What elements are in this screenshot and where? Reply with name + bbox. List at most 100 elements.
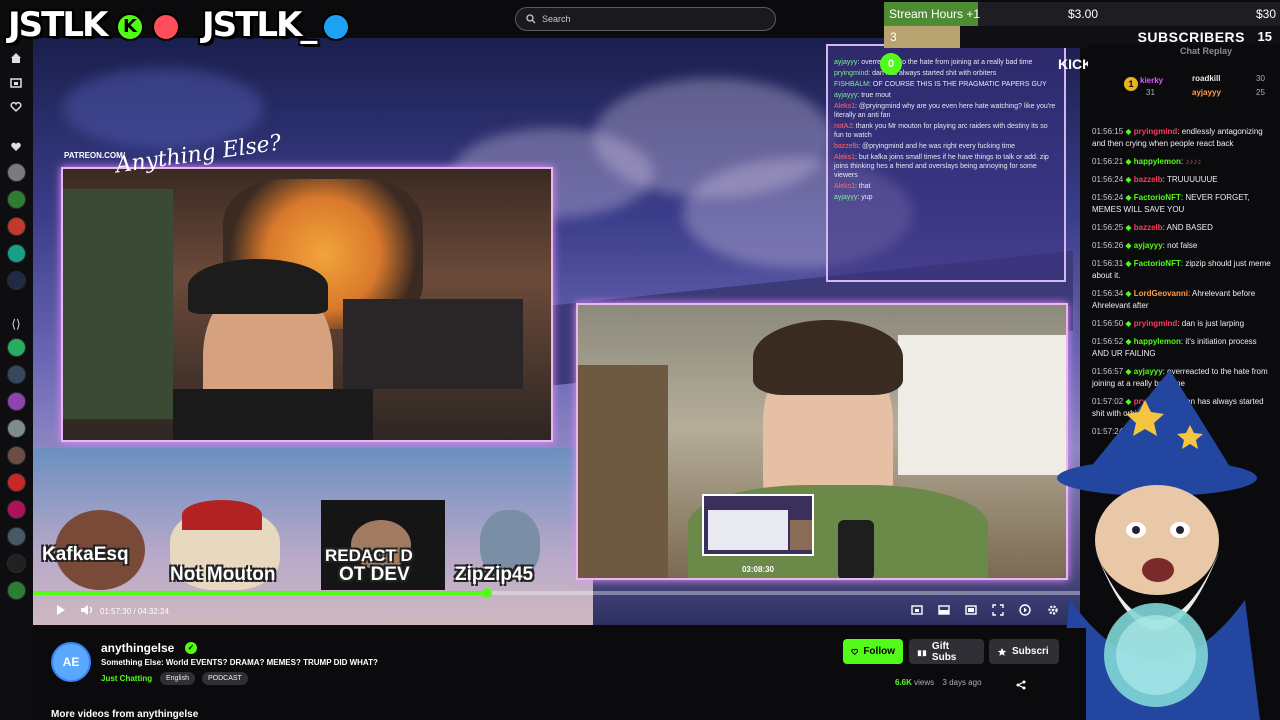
stream-goal-current: $3.00 — [1068, 7, 1099, 21]
channel-avatar[interactable] — [7, 365, 26, 384]
follow-button[interactable]: Follow — [843, 639, 903, 664]
top-supporter-count: 25 — [1256, 88, 1265, 97]
views-number: 6.6K — [895, 678, 912, 687]
chat-username[interactable]: pryingmind — [1134, 319, 1178, 328]
stream-chat-overlay: ayjayyy: overreacted to the hate from jo… — [826, 44, 1066, 282]
clip-icon[interactable] — [909, 604, 925, 620]
brand-logo-kick: JSTLK K — [8, 4, 188, 46]
channel-avatar[interactable]: AE — [51, 642, 91, 682]
subscribe-label: Subscri — [1012, 646, 1049, 657]
overlay-chat-username: Aleks1 — [834, 183, 856, 190]
time-current: 01:57:30 — [100, 607, 132, 616]
guest-tile: REDACT D OT DEV — [321, 500, 445, 590]
category-link[interactable]: Just Chatting — [101, 674, 152, 683]
chat-timestamp: 01:56:21 — [1092, 157, 1124, 166]
chat-username[interactable]: ayjayyy — [1134, 241, 1163, 250]
play-icon[interactable] — [52, 604, 68, 620]
overlay-chat-text: but kafka joins small times if he have t… — [834, 154, 1049, 179]
chat-username[interactable]: FactorioNFT — [1134, 259, 1181, 268]
channel-avatar[interactable] — [7, 338, 26, 357]
search-icon — [526, 14, 536, 24]
chat-badge-icon: ◆ — [1123, 337, 1134, 346]
channel-avatar[interactable] — [7, 190, 26, 209]
chat-username[interactable]: bazzelb — [1134, 223, 1163, 232]
chat-timestamp: 01:56:24 — [1092, 175, 1124, 184]
chat-username[interactable]: bazzelb — [1134, 175, 1163, 184]
channel-avatar[interactable] — [7, 473, 26, 492]
overlay-chat-line: Aleks1: @pryingmind why are you even her… — [834, 103, 1056, 119]
expand-icon[interactable]: ⟨⟩ — [8, 316, 24, 332]
chat-message: 01:56:21 ◆ happylemon: ♪♪♪♪ — [1092, 157, 1202, 166]
subscribe-button[interactable]: Subscri — [989, 639, 1059, 664]
top-supporter-name[interactable]: ayjayyy — [1192, 88, 1221, 97]
emote-icon: ♪♪♪♪ — [1185, 157, 1202, 166]
channel-avatar[interactable] — [7, 446, 26, 465]
search-input[interactable]: Search — [515, 7, 776, 31]
speed-icon[interactable] — [1017, 604, 1033, 620]
home-icon[interactable] — [8, 52, 24, 68]
chat-badge-icon: ◆ — [1123, 175, 1134, 184]
overlay-chat-line: pryingmind: dan has always started shit … — [834, 70, 997, 77]
chat-message: 01:56:24 ◆ FactorioNFT: NEVER FORGET, ME… — [1092, 193, 1250, 214]
channel-avatar[interactable] — [7, 527, 26, 546]
gift-subs-button[interactable]: Gift Subs — [909, 639, 984, 664]
chat-badge-icon: ◆ — [1123, 241, 1134, 250]
browse-icon[interactable] — [8, 77, 24, 93]
kicks-count: 0 — [880, 53, 902, 75]
share-icon[interactable] — [1016, 677, 1026, 695]
seek-bar[interactable] — [33, 588, 1080, 598]
overlay-chat-username: pryingmind — [834, 70, 869, 77]
tag-podcast[interactable]: PODCAST — [202, 672, 248, 685]
chat-timestamp: 01:56:26 — [1092, 241, 1124, 250]
volume-icon[interactable] — [79, 604, 95, 620]
channel-avatar[interactable] — [7, 244, 26, 263]
following-icon[interactable] — [8, 101, 24, 117]
channel-avatar[interactable] — [7, 581, 26, 600]
chat-text: TRUUUUUUE — [1166, 175, 1218, 184]
fullscreen-icon[interactable] — [990, 604, 1006, 620]
chat-timestamp: 01:56:52 — [1092, 337, 1124, 346]
chat-text: dan is just larping — [1181, 319, 1245, 328]
guest-camera — [576, 303, 1068, 580]
logo-right-text: JSTLK_ — [202, 5, 317, 45]
chat-badge-icon: ◆ — [1123, 127, 1134, 136]
more-videos-heading: More videos from anythingelse — [51, 709, 199, 720]
channel-avatar[interactable] — [7, 217, 26, 236]
follow-label: Follow — [863, 646, 895, 657]
channel-avatar[interactable] — [7, 554, 26, 573]
stream-goal-bar: Stream Hours +1 $3.00 $30 — [884, 2, 1280, 26]
chat-timestamp: 01:56:15 — [1092, 127, 1124, 136]
channel-avatar[interactable] — [7, 500, 26, 519]
tag-language[interactable]: English — [160, 672, 195, 685]
channel-avatar[interactable] — [7, 392, 26, 411]
theater-mode-icon[interactable] — [936, 604, 952, 620]
heart-icon[interactable] — [8, 141, 24, 157]
channel-avatar[interactable] — [7, 419, 26, 438]
chat-message: 01:56:25 ◆ bazzelb: AND BASED — [1092, 223, 1213, 232]
chat-badge-icon: ◆ — [1123, 319, 1134, 328]
subscribers-goal: 15 — [1257, 29, 1272, 44]
overlay-chat-username: Aleks1 — [834, 103, 856, 110]
verified-badge-icon: ✓ — [185, 642, 197, 654]
overlay-chat-username: bazzelb — [834, 143, 859, 150]
chat-username[interactable]: FactorioNFT — [1134, 193, 1181, 202]
top-supporter-name[interactable]: roadkill — [1192, 74, 1220, 83]
overlay-chat-text: that — [858, 183, 871, 190]
top-supporter-name[interactable]: kierky — [1140, 76, 1163, 85]
miniplayer-icon[interactable] — [963, 604, 979, 620]
channel-avatar[interactable] — [7, 163, 26, 182]
chat-username[interactable]: pryingmind — [1134, 127, 1178, 136]
channel-avatar[interactable] — [7, 271, 26, 290]
chat-timestamp: 01:56:50 — [1092, 319, 1124, 328]
chat-message: 01:56:15 ◆ pryingmind: endlessly antagon… — [1092, 127, 1263, 148]
overlay-chat-text: @pryingmind why are you even here hate w… — [834, 103, 1056, 119]
channel-name[interactable]: anythingelse — [101, 641, 174, 655]
chat-username[interactable]: happylemon — [1134, 157, 1181, 166]
host-camera — [61, 167, 553, 442]
chat-username[interactable]: LordGeovanni — [1134, 289, 1188, 298]
overlay-chat-text: OF COURSE THIS IS THE PRAGMATIC PAPERS G… — [872, 81, 1047, 88]
upload-age: 3 days ago — [942, 678, 982, 687]
guest-tile: Not Mouton — [160, 500, 320, 590]
seek-preview-thumbnail — [702, 494, 814, 556]
chat-username[interactable]: happylemon — [1134, 337, 1181, 346]
